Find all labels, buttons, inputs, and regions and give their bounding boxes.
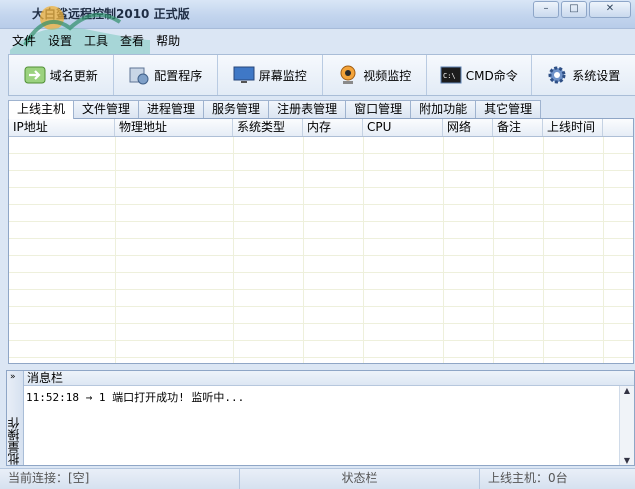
grid-line: [303, 137, 304, 363]
message-line: 11:52:18 → 1 端口打开成功! 监听中...: [26, 389, 244, 405]
scroll-down-icon[interactable]: ▼: [620, 456, 634, 465]
tab-service-manager[interactable]: 服务管理: [203, 100, 269, 118]
tab-registry-manager[interactable]: 注册表管理: [268, 100, 346, 118]
cmd-console-icon: C:\: [440, 64, 462, 86]
minimize-button[interactable]: –: [533, 1, 559, 18]
screen-monitor-button[interactable]: 屏幕监控: [218, 55, 323, 95]
grid-line: [443, 137, 444, 363]
toolbar: 域名更新 配置程序 屏幕监控 视频监控 C:\ CMD命令: [8, 54, 635, 96]
grid-line: [543, 137, 544, 363]
maximize-button[interactable]: □: [561, 1, 587, 18]
cmd-command-button[interactable]: C:\ CMD命令: [427, 55, 532, 95]
column-os[interactable]: 系统类型: [233, 119, 303, 136]
column-cpu[interactable]: CPU: [363, 119, 443, 136]
message-bar-title: 消息栏: [24, 371, 634, 386]
menu-tools[interactable]: 工具: [78, 30, 114, 50]
host-list-table[interactable]: IP地址 物理地址 系统类型 内存 CPU 网络 备注 上线时间: [8, 118, 634, 364]
message-panel: » 批量操作 消息栏 11:52:18 → 1 端口打开成功! 监听中... ▲…: [6, 370, 635, 466]
menu-settings[interactable]: 设置: [42, 30, 78, 50]
status-center: 状态栏: [240, 469, 480, 489]
status-online-hosts: 上线主机：0台: [480, 469, 635, 489]
cmd-command-label: CMD命令: [466, 67, 518, 84]
grid-line: [115, 137, 116, 363]
domain-update-button[interactable]: 域名更新: [9, 55, 114, 95]
menu-bar: 文件 设置 工具 查看 帮助: [0, 30, 186, 50]
grid-line: [493, 137, 494, 363]
column-mac[interactable]: 物理地址: [115, 119, 233, 136]
batch-operation-strip[interactable]: » 批量操作: [7, 371, 24, 465]
video-monitor-button[interactable]: 视频监控: [323, 55, 428, 95]
column-network[interactable]: 网络: [443, 119, 493, 136]
config-program-label: 配置程序: [154, 67, 202, 84]
status-connection: 当前连接：[空]: [0, 469, 240, 489]
column-ip[interactable]: IP地址: [9, 119, 115, 136]
menu-help[interactable]: 帮助: [150, 30, 186, 50]
tab-file-manager[interactable]: 文件管理: [73, 100, 139, 118]
tab-process-manager[interactable]: 进程管理: [138, 100, 204, 118]
config-app-icon: [128, 64, 150, 86]
video-monitor-label: 视频监控: [363, 67, 411, 84]
monitor-icon: [233, 64, 255, 86]
domain-update-label: 域名更新: [50, 67, 98, 84]
system-settings-label: 系统设置: [572, 67, 620, 84]
window-title: 大白鲨远程控制2010 正式版: [32, 5, 190, 22]
menu-view[interactable]: 查看: [114, 30, 150, 50]
tab-addons[interactable]: 附加功能: [410, 100, 476, 118]
tab-window-manager[interactable]: 窗口管理: [345, 100, 411, 118]
column-memory[interactable]: 内存: [303, 119, 363, 136]
window-controls: – □ ✕: [533, 1, 631, 18]
tab-strip: 上线主机 文件管理 进程管理 服务管理 注册表管理 窗口管理 附加功能 其它管理: [8, 100, 540, 118]
close-button[interactable]: ✕: [589, 1, 631, 18]
menu-file[interactable]: 文件: [6, 30, 42, 50]
tab-other-manager[interactable]: 其它管理: [475, 100, 541, 118]
column-remark[interactable]: 备注: [493, 119, 543, 136]
grid-line: [363, 137, 364, 363]
svg-text:C:\: C:\: [443, 72, 456, 80]
batch-operation-label: 批量操作: [8, 403, 22, 465]
column-online-time[interactable]: 上线时间: [543, 119, 603, 136]
config-program-button[interactable]: 配置程序: [114, 55, 219, 95]
refresh-arrow-icon: [24, 64, 46, 86]
scroll-up-icon[interactable]: ▲: [620, 386, 634, 395]
status-bar: 当前连接：[空] 状态栏 上线主机：0台: [0, 468, 635, 489]
system-settings-button[interactable]: 系统设置: [532, 55, 635, 95]
grid-line: [603, 137, 604, 363]
table-header: IP地址 物理地址 系统类型 内存 CPU 网络 备注 上线时间: [9, 119, 633, 137]
grid-line: [233, 137, 234, 363]
screen-monitor-label: 屏幕监控: [259, 67, 307, 84]
expand-chevron-icon[interactable]: »: [10, 372, 16, 382]
table-body[interactable]: [9, 137, 633, 363]
tab-online-hosts[interactable]: 上线主机: [8, 100, 74, 119]
title-bar[interactable]: 大白鲨远程控制2010 正式版 – □ ✕: [0, 0, 635, 29]
gear-icon: [546, 64, 568, 86]
message-scrollbar[interactable]: ▲ ▼: [619, 386, 634, 465]
webcam-icon: [337, 64, 359, 86]
